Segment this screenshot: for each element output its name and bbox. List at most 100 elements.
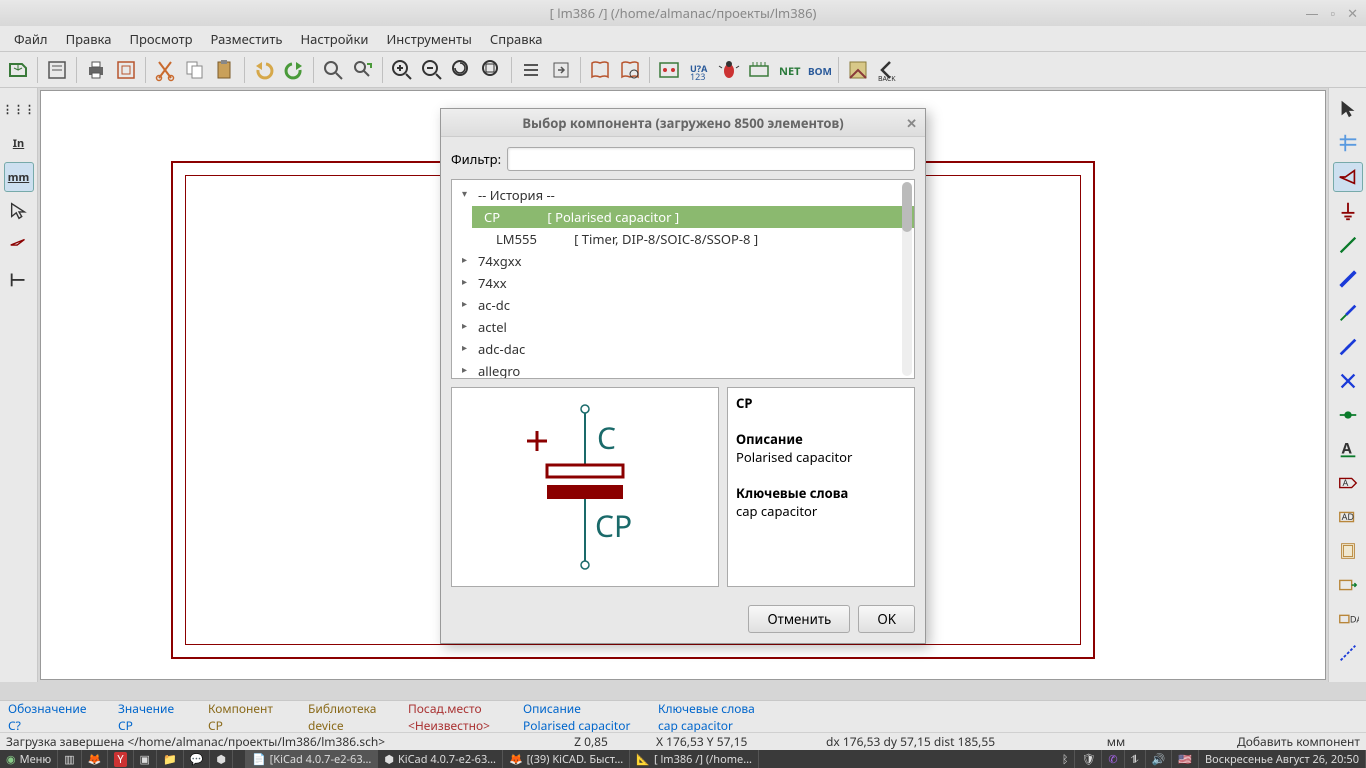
taskbar-yandex-icon[interactable]: Y <box>108 750 133 768</box>
taskbar-item[interactable]: 📐[ lm386 /] (/home… <box>630 750 759 768</box>
cursor-shape-icon[interactable] <box>4 196 34 226</box>
import-hierlabel-icon[interactable] <box>1333 570 1363 600</box>
menu-file[interactable]: Файл <box>6 27 56 51</box>
place-hiersheet-icon[interactable] <box>1333 536 1363 566</box>
taskbar-item[interactable]: 📄[KiCad 4.0.7-e2-63… <box>246 750 378 768</box>
menu-place[interactable]: Разместить <box>203 27 291 51</box>
tray-bluetooth-icon[interactable]: ᛒ <box>1056 750 1076 768</box>
statusbar: Загрузка завершена </home/almanac/проект… <box>0 732 1366 750</box>
tree-lib[interactable]: ac-dc <box>452 294 914 316</box>
filter-input[interactable] <box>507 147 915 171</box>
units-mm-button[interactable]: mm <box>4 162 34 192</box>
units-inch-button[interactable]: In <box>4 128 34 158</box>
tree-lib[interactable]: 74xgxx <box>452 250 914 272</box>
component-tree[interactable]: -- История -- CP [ Polarised capacitor ]… <box>451 179 915 379</box>
place-wire-icon[interactable] <box>1333 230 1363 260</box>
cut-icon[interactable] <box>151 56 179 84</box>
bus-direction-icon[interactable] <box>4 264 34 294</box>
svg-text:AD: AD <box>1341 510 1354 523</box>
tree-lib[interactable]: allegro <box>452 360 914 379</box>
dialog-close-icon[interactable]: ✕ <box>906 114 917 132</box>
netlist-icon[interactable]: NET <box>775 56 803 84</box>
cancel-button[interactable]: Отменить <box>748 605 850 633</box>
tray-updates-icon[interactable]: 🛡 <box>1075 750 1102 768</box>
plot-icon[interactable] <box>112 56 140 84</box>
menu-tools[interactable]: Инструменты <box>378 27 479 51</box>
window-maximize-icon[interactable]: ▫ <box>1330 4 1335 22</box>
run-pcbnew-icon[interactable] <box>844 56 872 84</box>
print-icon[interactable] <box>82 56 110 84</box>
menu-view[interactable]: Просмотр <box>121 27 200 51</box>
place-bus2bus-icon[interactable] <box>1333 332 1363 362</box>
zoom-in-icon[interactable] <box>388 56 416 84</box>
redo-icon[interactable] <box>280 56 308 84</box>
tray-viber-icon[interactable]: ✆ <box>1102 750 1124 768</box>
zoom-redraw-icon[interactable] <box>448 56 476 84</box>
dialog-titlebar[interactable]: Выбор компонента (загружено 8500 элемент… <box>441 109 925 137</box>
taskbar-firefox-icon[interactable]: 🦊 <box>82 750 109 768</box>
place-junction-icon[interactable] <box>1333 400 1363 430</box>
ok-button[interactable]: OK <box>858 605 915 633</box>
window-minimize-icon[interactable]: — <box>1305 4 1318 22</box>
page-settings-icon[interactable] <box>43 56 71 84</box>
find-icon[interactable] <box>319 56 347 84</box>
place-component-icon[interactable] <box>1333 162 1363 192</box>
highlight-net-icon[interactable] <box>1333 128 1363 158</box>
copy-icon[interactable] <box>181 56 209 84</box>
menu-edit[interactable]: Правка <box>58 27 120 51</box>
annotate-icon[interactable] <box>655 56 683 84</box>
tree-lib[interactable]: actel <box>452 316 914 338</box>
grid-toggle-icon[interactable]: ⋮⋮⋮ <box>4 94 34 124</box>
undo-icon[interactable] <box>250 56 278 84</box>
hierarchy-icon[interactable] <box>517 56 545 84</box>
tree-item[interactable]: LM555 [ Timer, DIP-8/SOIC-8/SSOP-8 ] <box>452 228 914 250</box>
place-hierpin-icon[interactable]: DA <box>1333 604 1363 634</box>
place-noconnect-icon[interactable] <box>1333 366 1363 396</box>
tray-keyboard-icon[interactable]: 🇺🇸 <box>1172 750 1199 768</box>
svg-text:BOM: BOM <box>808 64 831 78</box>
place-netlabel-icon[interactable]: A <box>1333 434 1363 464</box>
place-bus-icon[interactable] <box>1333 264 1363 294</box>
taskbar-terminal-icon[interactable]: ▣ <box>134 750 157 768</box>
place-hierlabel-icon[interactable]: AD <box>1333 502 1363 532</box>
taskbar-files-icon[interactable]: 📁 <box>157 750 184 768</box>
library-browser-icon[interactable] <box>616 56 644 84</box>
zoom-out-icon[interactable] <box>418 56 446 84</box>
back-import-icon[interactable]: BACK <box>874 56 902 84</box>
find-replace-icon[interactable] <box>349 56 377 84</box>
save-icon[interactable] <box>4 56 32 84</box>
tree-history-header[interactable]: -- История -- <box>452 184 914 206</box>
library-editor-icon[interactable] <box>586 56 614 84</box>
place-graphic-line-icon[interactable] <box>1333 638 1363 668</box>
cursor-icon[interactable] <box>1333 94 1363 124</box>
leave-sheet-icon[interactable] <box>547 56 575 84</box>
window-title: [ lm386 /] (/home/almanac/проекты/lm386) <box>550 4 817 22</box>
zoom-fit-icon[interactable] <box>478 56 506 84</box>
taskbar-menu-button[interactable]: ◉Меню <box>0 750 58 768</box>
tray-network-icon[interactable]: ⥮ <box>1125 750 1146 768</box>
taskbar-chat-icon[interactable]: 💬 <box>184 750 211 768</box>
tray-clock[interactable]: Воскресенье Август 26, 20:50 <box>1199 750 1366 768</box>
tree-scrollbar[interactable] <box>902 182 912 376</box>
paste-icon[interactable] <box>211 56 239 84</box>
hidden-pins-icon[interactable] <box>4 230 34 260</box>
taskbar-item[interactable]: 🦊[(39) KiCAD. Быст… <box>503 750 630 768</box>
menu-settings[interactable]: Настройки <box>292 27 376 51</box>
window-close-icon[interactable]: ✕ <box>1347 4 1358 22</box>
tree-lib[interactable]: 74xx <box>452 272 914 294</box>
menu-help[interactable]: Справка <box>482 27 551 51</box>
place-power-icon[interactable] <box>1333 196 1363 226</box>
bom-icon[interactable]: BOM <box>805 56 833 84</box>
taskbar-item[interactable]: ⬢KiCad 4.0.7-e2-63… <box>378 750 503 768</box>
tray-volume-icon[interactable]: 🔊 <box>1146 750 1173 768</box>
place-wire2bus-icon[interactable] <box>1333 298 1363 328</box>
tree-item-selected[interactable]: CP [ Polarised capacitor ] <box>472 206 914 228</box>
taskbar-show-desktop-icon[interactable]: ▥ <box>58 750 81 768</box>
cvpcb-icon[interactable] <box>745 56 773 84</box>
taskbar-kicad-icon[interactable]: ⬢ <box>210 750 233 768</box>
erc-bug-icon[interactable] <box>715 56 743 84</box>
status-xy: X 176,53 Y 57,15 <box>656 733 826 750</box>
erc-icon[interactable]: U?A123 <box>685 56 713 84</box>
place-globallabel-icon[interactable]: A <box>1333 468 1363 498</box>
tree-lib[interactable]: adc-dac <box>452 338 914 360</box>
